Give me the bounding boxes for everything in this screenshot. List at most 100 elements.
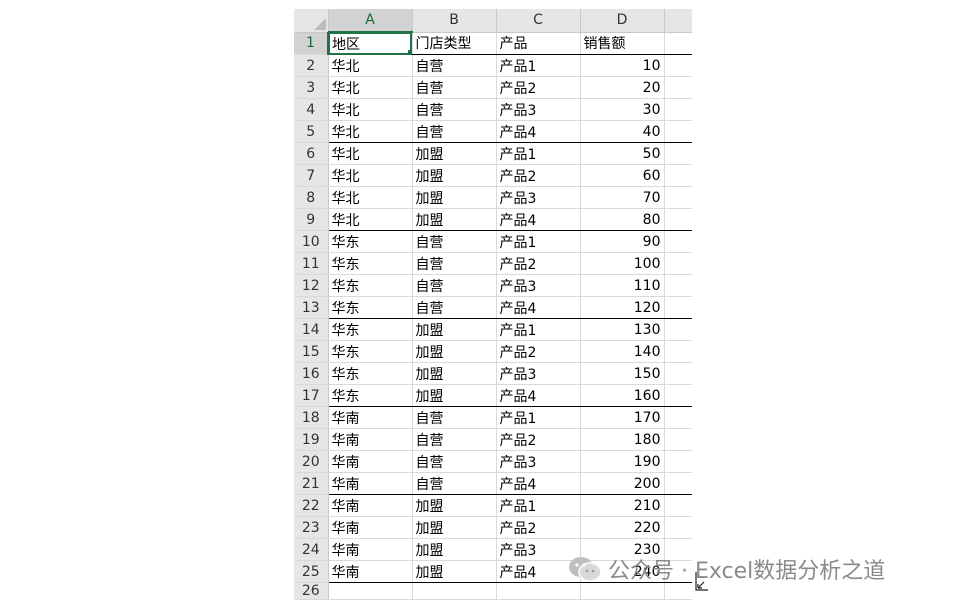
cell-e21[interactable] bbox=[664, 472, 692, 495]
cell-e5[interactable] bbox=[664, 120, 692, 143]
cell-c23[interactable]: 产品2 bbox=[496, 516, 581, 539]
cell-a16[interactable]: 华东 bbox=[328, 362, 413, 385]
row-header[interactable]: 23 bbox=[294, 516, 329, 539]
fill-handle[interactable] bbox=[407, 50, 411, 54]
column-header-e-partial[interactable] bbox=[664, 9, 692, 33]
cell-e22[interactable] bbox=[664, 494, 692, 517]
cell-a14[interactable]: 华东 bbox=[328, 318, 413, 341]
cell-e1[interactable] bbox=[664, 32, 692, 55]
cell-a21[interactable]: 华南 bbox=[328, 472, 413, 495]
cell-a13[interactable]: 华东 bbox=[328, 296, 413, 319]
cell-e12[interactable] bbox=[664, 274, 692, 297]
cell-c1[interactable]: 产品 bbox=[496, 32, 581, 55]
row-header[interactable]: 17 bbox=[294, 384, 329, 407]
cell-e13[interactable] bbox=[664, 296, 692, 319]
row-header[interactable]: 20 bbox=[294, 450, 329, 473]
cell-c14[interactable]: 产品1 bbox=[496, 318, 581, 341]
cell-c6[interactable]: 产品1 bbox=[496, 142, 581, 165]
cell-b18[interactable]: 自营 bbox=[412, 406, 497, 429]
cell-d11[interactable]: 100 bbox=[580, 252, 665, 275]
cell-a25[interactable]: 华南 bbox=[328, 560, 413, 583]
cell-d23[interactable]: 220 bbox=[580, 516, 665, 539]
cell-d7[interactable]: 60 bbox=[580, 164, 665, 187]
cell-c11[interactable]: 产品2 bbox=[496, 252, 581, 275]
cell-a17[interactable]: 华东 bbox=[328, 384, 413, 407]
cell-d22[interactable]: 210 bbox=[580, 494, 665, 517]
row-header[interactable]: 7 bbox=[294, 164, 329, 187]
cell-e19[interactable] bbox=[664, 428, 692, 451]
cell-e14[interactable] bbox=[664, 318, 692, 341]
row-header[interactable]: 26 bbox=[294, 582, 329, 600]
cell-b12[interactable]: 自营 bbox=[412, 274, 497, 297]
cell-d13[interactable]: 120 bbox=[580, 296, 665, 319]
cell-c3[interactable]: 产品2 bbox=[496, 76, 581, 99]
cell-b14[interactable]: 加盟 bbox=[412, 318, 497, 341]
cell-b25[interactable]: 加盟 bbox=[412, 560, 497, 583]
cell-d9[interactable]: 80 bbox=[580, 208, 665, 231]
row-header[interactable]: 10 bbox=[294, 230, 329, 253]
row-header[interactable]: 8 bbox=[294, 186, 329, 209]
cell-c17[interactable]: 产品4 bbox=[496, 384, 581, 407]
cell-a19[interactable]: 华南 bbox=[328, 428, 413, 451]
cell-b4[interactable]: 自营 bbox=[412, 98, 497, 121]
cell-a23[interactable]: 华南 bbox=[328, 516, 413, 539]
cell-e18[interactable] bbox=[664, 406, 692, 429]
cell-c10[interactable]: 产品1 bbox=[496, 230, 581, 253]
cell-a9[interactable]: 华北 bbox=[328, 208, 413, 231]
cell-d17[interactable]: 160 bbox=[580, 384, 665, 407]
cell-d1[interactable]: 销售额 bbox=[580, 32, 665, 55]
cell-c2[interactable]: 产品1 bbox=[496, 54, 581, 77]
column-header-d[interactable]: D bbox=[580, 9, 665, 33]
cell-a8[interactable]: 华北 bbox=[328, 186, 413, 209]
cell-d18[interactable]: 170 bbox=[580, 406, 665, 429]
cell-e15[interactable] bbox=[664, 340, 692, 363]
row-header[interactable]: 15 bbox=[294, 340, 329, 363]
cell-b22[interactable]: 加盟 bbox=[412, 494, 497, 517]
cell-a6[interactable]: 华北 bbox=[328, 142, 413, 165]
column-header-c[interactable]: C bbox=[496, 9, 581, 33]
row-header[interactable]: 13 bbox=[294, 296, 329, 319]
cell-c5[interactable]: 产品4 bbox=[496, 120, 581, 143]
cell-e23[interactable] bbox=[664, 516, 692, 539]
cell-e7[interactable] bbox=[664, 164, 692, 187]
cell-d20[interactable]: 190 bbox=[580, 450, 665, 473]
cell-b9[interactable]: 加盟 bbox=[412, 208, 497, 231]
cell-a24[interactable]: 华南 bbox=[328, 538, 413, 561]
row-header[interactable]: 19 bbox=[294, 428, 329, 451]
row-header[interactable]: 3 bbox=[294, 76, 329, 99]
cell-c15[interactable]: 产品2 bbox=[496, 340, 581, 363]
cell-b15[interactable]: 加盟 bbox=[412, 340, 497, 363]
cell-b21[interactable]: 自营 bbox=[412, 472, 497, 495]
row-header[interactable]: 9 bbox=[294, 208, 329, 231]
select-all-button[interactable] bbox=[294, 9, 329, 33]
cell-d21[interactable]: 200 bbox=[580, 472, 665, 495]
cell-a22[interactable]: 华南 bbox=[328, 494, 413, 517]
row-header[interactable]: 22 bbox=[294, 494, 329, 517]
cell-d10[interactable]: 90 bbox=[580, 230, 665, 253]
cell-a7[interactable]: 华北 bbox=[328, 164, 413, 187]
cell-a15[interactable]: 华东 bbox=[328, 340, 413, 363]
cell-c4[interactable]: 产品3 bbox=[496, 98, 581, 121]
cell-c7[interactable]: 产品2 bbox=[496, 164, 581, 187]
cell-b5[interactable]: 自营 bbox=[412, 120, 497, 143]
row-header[interactable]: 12 bbox=[294, 274, 329, 297]
cell-b7[interactable]: 加盟 bbox=[412, 164, 497, 187]
row-header[interactable]: 2 bbox=[294, 54, 329, 77]
cell-e9[interactable] bbox=[664, 208, 692, 231]
cell-c9[interactable]: 产品4 bbox=[496, 208, 581, 231]
cell-e11[interactable] bbox=[664, 252, 692, 275]
row-header[interactable]: 24 bbox=[294, 538, 329, 561]
cell-e16[interactable] bbox=[664, 362, 692, 385]
cell-a5[interactable]: 华北 bbox=[328, 120, 413, 143]
cell-a2[interactable]: 华北 bbox=[328, 54, 413, 77]
row-header[interactable]: 6 bbox=[294, 142, 329, 165]
cell-c22[interactable]: 产品1 bbox=[496, 494, 581, 517]
cell-a10[interactable]: 华东 bbox=[328, 230, 413, 253]
cell-b6[interactable]: 加盟 bbox=[412, 142, 497, 165]
cell-b24[interactable]: 加盟 bbox=[412, 538, 497, 561]
cell-d12[interactable]: 110 bbox=[580, 274, 665, 297]
cell-d2[interactable]: 10 bbox=[580, 54, 665, 77]
cell-b13[interactable]: 自营 bbox=[412, 296, 497, 319]
row-header[interactable]: 14 bbox=[294, 318, 329, 341]
row-header[interactable]: 18 bbox=[294, 406, 329, 429]
